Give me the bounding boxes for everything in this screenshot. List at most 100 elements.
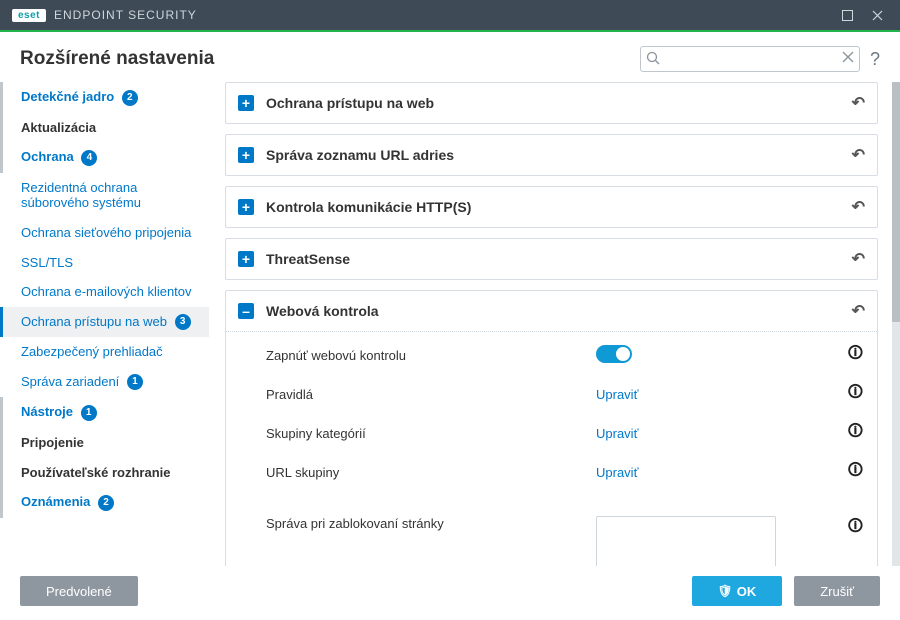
edit-url-groups-link[interactable]: Upraviť: [596, 465, 638, 480]
sidebar-item-label: SSL/TLS: [21, 255, 73, 270]
expand-icon: +: [238, 199, 254, 215]
info-icon[interactable]: 🛈: [848, 421, 863, 446]
undo-icon[interactable]: ↶: [852, 249, 865, 269]
section-title: Správa zoznamu URL adries: [266, 147, 454, 163]
sidebar-item-web-access[interactable]: Ochrana prístupu na web 3: [0, 307, 209, 338]
search-input[interactable]: [640, 46, 860, 72]
sidebar-item-secure-browser[interactable]: Zabezpečený prehliadač: [0, 337, 209, 367]
sidebar-item-ssl-tls[interactable]: SSL/TLS: [0, 248, 209, 278]
section-body: Zapnúť webovú kontrolu 🛈 Pravidlá Upravi…: [226, 332, 877, 566]
help-icon[interactable]: ?: [870, 49, 880, 70]
default-button[interactable]: Predvolené: [20, 576, 138, 606]
sidebar-item-device-mgmt[interactable]: Správa zariadení 1: [0, 367, 209, 398]
sidebar-item-label: Používateľské rozhranie: [21, 465, 171, 480]
main-content: + Ochrana prístupu na web ↶ + Správa zoz…: [215, 82, 892, 566]
ok-label: OK: [737, 584, 757, 599]
sidebar-item-label: Ochrana e-mailových klientov: [21, 284, 192, 299]
scrollbar[interactable]: [892, 82, 900, 566]
product-name: ENDPOINT SECURITY: [54, 8, 197, 22]
expand-icon: +: [238, 147, 254, 163]
sidebar-item-notifications[interactable]: Oznámenia 2: [0, 487, 209, 518]
search-icon: [646, 51, 660, 68]
info-icon[interactable]: 🛈: [848, 460, 863, 485]
shield-icon: 🛡: [718, 584, 733, 598]
badge: 2: [122, 90, 138, 106]
section-header[interactable]: + Správa zoznamu URL adries ↶: [226, 135, 877, 175]
clear-icon[interactable]: [842, 51, 854, 66]
sidebar-item-label: Rezidentná ochrana súborového systému: [21, 180, 141, 211]
section-title: Ochrana prístupu na web: [266, 95, 434, 111]
sidebar-item-label: Ochrana: [21, 149, 74, 164]
badge: 1: [127, 374, 143, 390]
titlebar: eset ENDPOINT SECURITY: [0, 0, 900, 30]
scrollbar-thumb[interactable]: [892, 82, 900, 322]
row-enable-web-control: Zapnúť webovú kontrolu 🛈: [226, 336, 877, 375]
sidebar-item-label: Pripojenie: [21, 435, 84, 450]
row-url-groups: URL skupiny Upraviť 🛈: [226, 453, 877, 492]
sidebar: Detekčné jadro 2 Aktualizácia Ochrana 4 …: [0, 82, 215, 566]
badge: 2: [98, 495, 114, 511]
row-label: Skupiny kategórií: [266, 426, 596, 441]
section-http-check: + Kontrola komunikácie HTTP(S) ↶: [225, 186, 878, 228]
info-icon[interactable]: 🛈: [848, 382, 863, 407]
sidebar-item-network-protect[interactable]: Ochrana sieťového pripojenia: [0, 218, 209, 248]
brand-logo: eset: [12, 9, 46, 22]
expand-icon: +: [238, 251, 254, 267]
section-web-control: – Webová kontrola ↶ Zapnúť webovú kontro…: [225, 290, 878, 566]
row-rules: Pravidlá Upraviť 🛈: [226, 375, 877, 414]
window-close-icon[interactable]: [862, 0, 892, 30]
badge: 3: [175, 314, 191, 330]
undo-icon[interactable]: ↶: [852, 145, 865, 165]
sidebar-item-label: Ochrana sieťového pripojenia: [21, 225, 191, 240]
row-label: URL skupiny: [266, 465, 596, 480]
page-title: Rozšírené nastavenia: [20, 48, 214, 70]
info-icon[interactable]: 🛈: [848, 516, 863, 541]
collapse-icon: –: [238, 303, 254, 319]
sidebar-item-realtime-fs[interactable]: Rezidentná ochrana súborového systému: [0, 173, 209, 218]
section-url-list: + Správa zoznamu URL adries ↶: [225, 134, 878, 176]
section-title: Kontrola komunikácie HTTP(S): [266, 199, 471, 215]
toggle-web-control[interactable]: [596, 345, 632, 363]
row-label: Zapnúť webovú kontrolu: [266, 348, 596, 363]
sidebar-item-label: Oznámenia: [21, 494, 90, 509]
sidebar-item-email-clients[interactable]: Ochrana e-mailových klientov: [0, 277, 209, 307]
badge: 1: [81, 405, 97, 421]
block-message-input[interactable]: [596, 516, 776, 566]
section-header[interactable]: – Webová kontrola ↶: [226, 291, 877, 332]
info-icon[interactable]: 🛈: [848, 343, 863, 368]
sidebar-item-protection[interactable]: Ochrana 4: [0, 142, 209, 173]
sidebar-item-label: Ochrana prístupu na web: [21, 314, 167, 329]
sidebar-item-label: Správa zariadení: [21, 374, 119, 389]
section-title: Webová kontrola: [266, 303, 379, 319]
section-title: ThreatSense: [266, 251, 350, 267]
search-wrapper: [640, 46, 860, 72]
sidebar-item-connection[interactable]: Pripojenie: [0, 428, 209, 458]
edit-categories-link[interactable]: Upraviť: [596, 426, 638, 441]
badge: 4: [81, 150, 97, 166]
undo-icon[interactable]: ↶: [852, 93, 865, 113]
sidebar-item-tools[interactable]: Nástroje 1: [0, 397, 209, 428]
sidebar-item-label: Aktualizácia: [21, 120, 96, 135]
ok-button[interactable]: 🛡 OK: [692, 576, 783, 606]
cancel-button[interactable]: Zrušiť: [794, 576, 880, 606]
row-category-groups: Skupiny kategórií Upraviť 🛈: [226, 414, 877, 453]
sidebar-item-ui[interactable]: Používateľské rozhranie: [0, 458, 209, 488]
window-maximize-icon[interactable]: [832, 0, 862, 30]
section-threatsense: + ThreatSense ↶: [225, 238, 878, 280]
undo-icon[interactable]: ↶: [852, 301, 865, 321]
page-header: Rozšírené nastavenia ?: [0, 32, 900, 82]
sidebar-item-label: Nástroje: [21, 404, 73, 419]
row-label: Pravidlá: [266, 387, 596, 402]
sidebar-item-detection-core[interactable]: Detekčné jadro 2: [0, 82, 209, 113]
sidebar-item-update[interactable]: Aktualizácia: [0, 113, 209, 143]
undo-icon[interactable]: ↶: [852, 197, 865, 217]
sidebar-item-label: Detekčné jadro: [21, 89, 114, 104]
expand-icon: +: [238, 95, 254, 111]
section-header[interactable]: + ThreatSense ↶: [226, 239, 877, 279]
section-header[interactable]: + Kontrola komunikácie HTTP(S) ↶: [226, 187, 877, 227]
row-label: Správa pri zablokovaní stránky: [266, 516, 596, 531]
section-header[interactable]: + Ochrana prístupu na web ↶: [226, 83, 877, 123]
footer: Predvolené 🛡 OK Zrušiť: [0, 566, 900, 620]
edit-rules-link[interactable]: Upraviť: [596, 387, 638, 402]
sidebar-item-label: Zabezpečený prehliadač: [21, 344, 163, 359]
